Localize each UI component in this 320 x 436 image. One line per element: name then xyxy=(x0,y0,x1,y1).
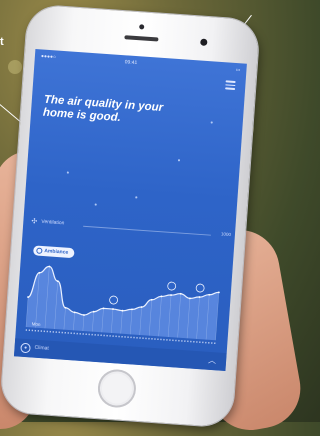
phone: ●●●●○ 09:41 ▭ The air quality in your ho… xyxy=(0,4,260,428)
ventilation-value: 1000 xyxy=(220,231,232,238)
status-bar: ●●●●○ 09:41 ▭ xyxy=(35,51,247,76)
menu-icon[interactable] xyxy=(225,80,236,90)
battery-icon: ▭ xyxy=(235,67,241,74)
bokeh-light xyxy=(8,60,22,74)
particle-dot xyxy=(94,203,97,206)
particle-dot xyxy=(66,171,69,174)
chevron-up-icon[interactable]: ︿ xyxy=(208,355,217,367)
chart-area xyxy=(26,266,219,341)
fan-icon[interactable] xyxy=(109,295,118,305)
ventilation-label: Ventilation xyxy=(41,218,65,227)
thermometer-icon[interactable] xyxy=(195,283,205,293)
callout-label-left: t xyxy=(0,36,4,48)
particle-dot xyxy=(177,159,180,161)
ventilation-row[interactable]: ✣ Ventilation 1000 xyxy=(31,217,231,241)
earpiece-speaker xyxy=(124,35,159,42)
chart-day-label: Mon xyxy=(32,321,42,327)
signal-icon: ●●●●○ xyxy=(40,53,57,61)
app-screen: ●●●●○ 09:41 ▭ The air quality in your ho… xyxy=(13,48,247,372)
front-camera xyxy=(200,38,208,46)
particle-dot xyxy=(135,196,137,198)
bottom-bar-label: Climat xyxy=(34,344,49,352)
home-button[interactable] xyxy=(96,368,138,409)
particle-dot xyxy=(210,121,213,124)
window-icon[interactable] xyxy=(167,281,177,291)
fan-icon: ✣ xyxy=(31,218,38,226)
ventilation-track xyxy=(83,225,211,236)
climate-icon[interactable]: ● xyxy=(20,342,31,354)
air-quality-chart: Mon xyxy=(25,265,220,345)
air-quality-headline: The air quality in your home is good. xyxy=(42,93,164,125)
proximity-sensor xyxy=(139,24,145,30)
status-time: 09:41 xyxy=(124,59,138,67)
